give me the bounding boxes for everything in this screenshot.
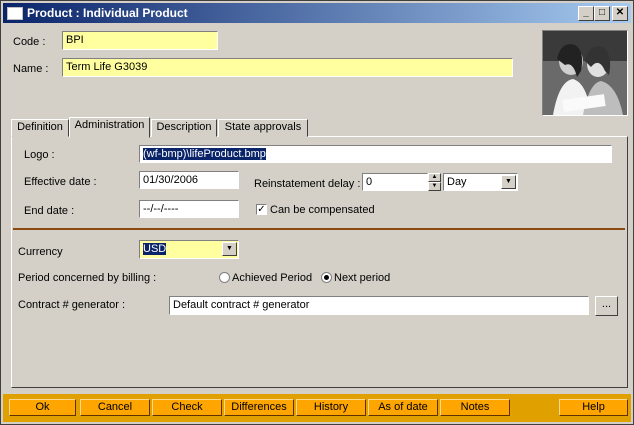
achieved-period-radio[interactable] [219, 272, 230, 283]
spin-down-icon[interactable]: ▼ [428, 182, 441, 191]
maximize-button[interactable]: □ [594, 6, 610, 21]
product-window: Product : Individual Product _ □ ✕ Code … [0, 0, 634, 425]
can-be-compensated-checkbox[interactable]: ✓ [256, 204, 267, 215]
window-title: Product : Individual Product [27, 6, 188, 20]
radio-selected-dot [324, 275, 329, 280]
title-bar[interactable]: Product : Individual Product _ □ ✕ [3, 3, 631, 23]
end-date-label: End date : [24, 205, 75, 217]
as-of-date-button[interactable]: As of date [368, 399, 438, 416]
chevron-down-icon[interactable]: ▼ [501, 175, 516, 189]
code-field[interactable]: BPI [62, 31, 218, 50]
history-button[interactable]: History [296, 399, 366, 416]
contract-generator-field[interactable]: Default contract # generator [169, 296, 589, 315]
reinstatement-unit-select[interactable]: Day ▼ [443, 173, 518, 191]
section-divider [13, 228, 625, 230]
tab-panel-administration [11, 136, 628, 388]
end-date-field[interactable]: --/--/---- [139, 200, 239, 218]
logo-field[interactable]: (wf-bmp)\lifeProduct.bmp [139, 145, 612, 163]
effective-date-field[interactable]: 01/30/2006 [139, 171, 239, 189]
reinstatement-unit-value: Day [447, 176, 467, 188]
reinstatement-delay-field[interactable]: 0 [362, 173, 428, 191]
name-label: Name : [13, 63, 49, 75]
tab-description[interactable]: Description [151, 119, 217, 137]
logo-field-value: (wf-bmp)\lifeProduct.bmp [143, 148, 266, 160]
currency-select[interactable]: USD ▼ [139, 240, 239, 259]
tab-state-approvals[interactable]: State approvals [218, 119, 308, 137]
next-period-label: Next period [334, 272, 391, 284]
code-label: Code : [13, 36, 46, 48]
reinstatement-delay-label: Reinstatement delay : [254, 178, 361, 190]
window-icon [7, 7, 23, 20]
contract-generator-browse-button[interactable]: ... [595, 296, 618, 316]
check-button[interactable]: Check [152, 399, 222, 416]
achieved-period-label: Achieved Period [232, 272, 313, 284]
minimize-button[interactable]: _ [578, 6, 594, 21]
cancel-button[interactable]: Cancel [80, 399, 150, 416]
logo-label: Logo : [24, 149, 55, 161]
spin-up-icon[interactable]: ▲ [428, 173, 441, 182]
effective-date-label: Effective date : [24, 176, 97, 188]
currency-label: Currency [18, 246, 63, 258]
contract-generator-label: Contract # generator : [18, 299, 126, 311]
notes-button[interactable]: Notes [440, 399, 510, 416]
tab-definition[interactable]: Definition [11, 119, 69, 137]
currency-value: USD [143, 243, 167, 255]
name-field[interactable]: Term Life G3039 [62, 58, 513, 77]
help-button[interactable]: Help [559, 399, 628, 416]
product-image [542, 30, 628, 116]
can-be-compensated-label: Can be compensated [270, 204, 375, 216]
bottom-button-bar: Ok Cancel Check Differences History As o… [3, 394, 631, 422]
ok-button[interactable]: Ok [9, 399, 76, 416]
close-button[interactable]: ✕ [612, 6, 628, 21]
tab-administration[interactable]: Administration [69, 117, 150, 138]
chevron-down-icon[interactable]: ▼ [222, 242, 237, 256]
next-period-radio[interactable] [321, 272, 332, 283]
billing-period-label: Period concerned by billing : [18, 272, 157, 284]
differences-button[interactable]: Differences [224, 399, 294, 416]
